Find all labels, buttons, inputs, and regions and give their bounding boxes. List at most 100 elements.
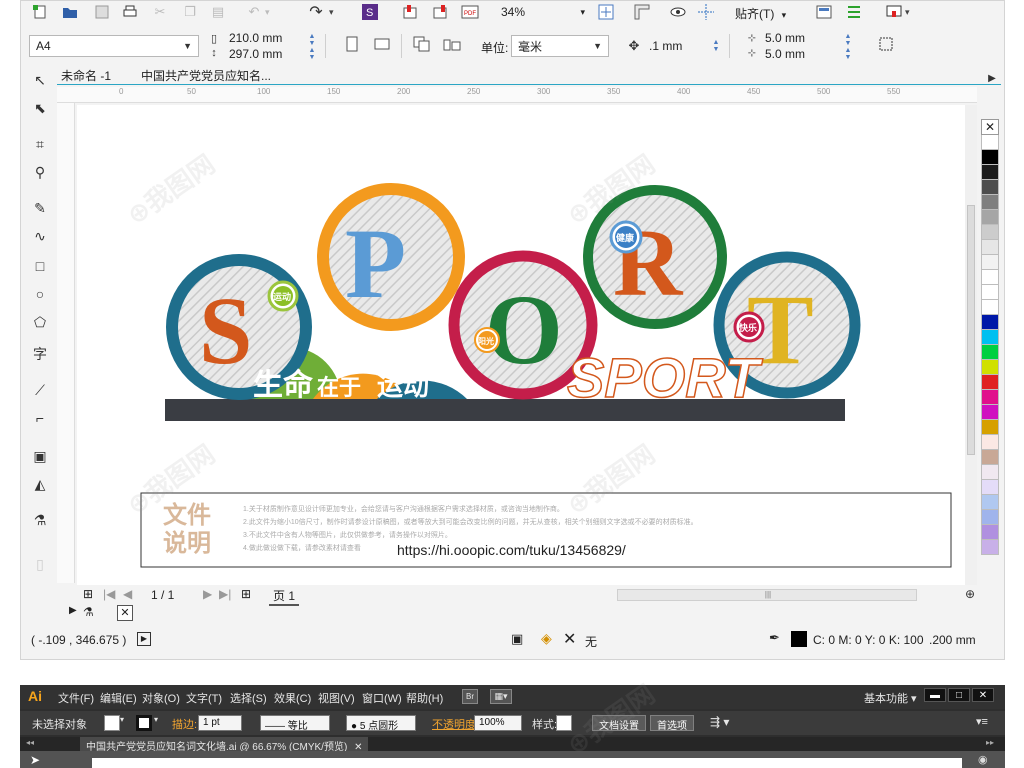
transparency-tool-icon[interactable]: ◭ xyxy=(29,473,51,495)
polygon-tool-icon[interactable]: ⬠ xyxy=(29,311,51,333)
menu-edit[interactable]: 编辑(E) xyxy=(100,690,137,706)
launch-icon[interactable] xyxy=(885,3,903,21)
color-swatch[interactable] xyxy=(981,180,999,195)
width-spinner[interactable]: ▲ ▼ xyxy=(307,33,317,47)
menu-object[interactable]: 对象(O) xyxy=(142,690,180,706)
pick-tool-icon[interactable]: ↖ xyxy=(29,69,51,91)
copy-icon[interactable]: ❐ xyxy=(181,3,199,21)
rectangle-tool-icon[interactable]: □ xyxy=(29,255,51,277)
publish-pdf-icon[interactable]: PDF xyxy=(461,3,479,21)
page-tab[interactable]: 页 1 xyxy=(269,587,300,606)
treat-as-filled-icon[interactable] xyxy=(877,35,895,53)
ai-document-tab[interactable]: 中国共产党党员应知名词文化墙.ai @ 66.67% (CMYK/预览) ✕ xyxy=(80,737,369,753)
color-swatch[interactable] xyxy=(981,525,999,540)
menu-view[interactable]: 视图(V) xyxy=(318,690,355,706)
color-swatch[interactable] xyxy=(981,450,999,465)
opacity-label[interactable]: 不透明度: xyxy=(432,716,479,732)
expand-panel-icon[interactable]: ▸▸ xyxy=(986,738,994,747)
bridge-icon[interactable]: Br xyxy=(462,689,478,704)
color-swatch[interactable] xyxy=(981,390,999,405)
color-swatch[interactable] xyxy=(981,510,999,525)
nudge-spinner[interactable]: ▲ ▼ xyxy=(711,39,721,53)
minimize-button[interactable]: ▬ xyxy=(924,688,946,702)
freehand-tool-icon[interactable]: ✎ xyxy=(29,197,51,219)
vertical-scroll-thumb[interactable] xyxy=(967,205,975,455)
view-icon[interactable] xyxy=(669,3,687,21)
vertical-ruler[interactable] xyxy=(57,103,75,583)
menu-window[interactable]: 窗口(W) xyxy=(362,690,402,706)
color-swatch[interactable] xyxy=(981,435,999,450)
color-swatch[interactable] xyxy=(981,225,999,240)
color-swatch[interactable] xyxy=(981,495,999,510)
last-page-icon[interactable]: ▶| xyxy=(219,587,231,601)
full-screen-icon[interactable] xyxy=(597,3,615,21)
horizontal-scrollbar[interactable]: ||| xyxy=(617,589,917,601)
height-spinner[interactable]: ▲ ▼ xyxy=(307,47,317,61)
undo-icon[interactable]: ↶ xyxy=(245,3,263,21)
landscape-icon[interactable] xyxy=(373,35,391,53)
palette-flyout-icon[interactable]: ▶ xyxy=(69,605,77,616)
outline-pen-icon[interactable]: ✒ xyxy=(769,630,780,646)
color-swatch[interactable] xyxy=(981,480,999,495)
color-swatch[interactable] xyxy=(981,150,999,165)
zoom-navigator-icon[interactable]: ⊕ xyxy=(961,585,979,603)
color-swatch[interactable] xyxy=(981,165,999,180)
page-height-field[interactable]: 297.0 mm xyxy=(229,47,282,61)
scroll-grip-icon[interactable]: ||| xyxy=(738,591,798,599)
new-document-icon[interactable] xyxy=(31,3,49,21)
brush-definition[interactable]: ● 5 点圆形 xyxy=(346,715,416,732)
tab-party-member-doc[interactable]: 中国共产党党员应知名... xyxy=(141,67,271,84)
page-width-field[interactable]: 210.0 mm xyxy=(229,31,282,45)
open-folder-icon[interactable] xyxy=(61,3,79,21)
portrait-icon[interactable] xyxy=(343,35,361,53)
color-swatch[interactable] xyxy=(981,420,999,435)
stroke-label[interactable]: 描边: xyxy=(172,716,197,732)
workspace-switcher[interactable]: 基本功能 ▾ xyxy=(864,690,917,706)
shape-tool-icon[interactable]: ⬉ xyxy=(29,97,51,119)
dimension-tool-icon[interactable]: ⟋ xyxy=(29,379,51,401)
search-content-icon[interactable]: S xyxy=(361,3,379,21)
menu-type[interactable]: 文字(T) xyxy=(186,690,222,706)
crop-tool-icon[interactable]: ⌗ xyxy=(29,133,51,155)
connector-tool-icon[interactable]: ⌐ xyxy=(29,407,51,429)
collapse-panel-icon[interactable]: ◂◂ xyxy=(26,738,34,747)
tab-untitled[interactable]: 未命名 -1 xyxy=(61,67,111,84)
guidelines-icon[interactable] xyxy=(697,3,715,21)
status-flyout-icon[interactable]: ▶ xyxy=(137,632,151,646)
stroke-weight-field[interactable]: 1 pt xyxy=(198,715,242,731)
launch-dropdown-icon[interactable]: ▾ xyxy=(905,7,910,18)
duplicate-y-spinner[interactable]: ▲ ▼ xyxy=(843,47,853,61)
redo-dropdown-icon[interactable]: ▾ xyxy=(329,7,334,18)
color-swatch[interactable] xyxy=(981,135,999,150)
cut-icon[interactable]: ✂ xyxy=(151,3,169,21)
ai-artboard-area[interactable]: ➤ ◉ xyxy=(20,751,1005,768)
color-swatch[interactable] xyxy=(981,285,999,300)
add-page-icon[interactable]: ⊞ xyxy=(83,587,93,601)
export-icon[interactable] xyxy=(431,3,449,21)
stroke-swatch[interactable] xyxy=(136,715,152,731)
fill-tool-icon[interactable]: ▯ xyxy=(29,553,51,575)
zoom-level-combo[interactable]: 34% ▾ xyxy=(497,3,589,21)
color-swatch[interactable] xyxy=(981,270,999,285)
document-setup-button[interactable]: 文档设置 xyxy=(592,715,646,732)
no-color-icon[interactable]: ✕ xyxy=(117,605,133,621)
tabs-scroll-right-icon[interactable]: ▶ xyxy=(983,69,1001,87)
menu-help[interactable]: 帮助(H) xyxy=(406,690,443,706)
color-swatch[interactable] xyxy=(981,300,999,315)
vertical-scrollbar[interactable] xyxy=(965,105,977,585)
drawing-canvas[interactable]: S 运动 P O 阳光 R 健康 T 快乐 SPORT 生命 在于 运动 文件 … xyxy=(77,105,977,585)
welcome-screen-icon[interactable] xyxy=(815,3,833,21)
save-icon[interactable] xyxy=(93,3,111,21)
fill-swatch[interactable] xyxy=(104,715,120,731)
menu-effect[interactable]: 效果(C) xyxy=(274,690,311,706)
close-button[interactable]: ✕ xyxy=(972,688,994,702)
color-swatch[interactable] xyxy=(981,345,999,360)
next-page-icon[interactable]: ▶ xyxy=(203,587,212,601)
color-swatch[interactable] xyxy=(981,330,999,345)
show-rulers-icon[interactable] xyxy=(633,3,651,21)
drop-shadow-tool-icon[interactable]: ▣ xyxy=(29,445,51,467)
eyedropper-icon[interactable]: ⚗ xyxy=(83,605,94,619)
all-pages-icon[interactable] xyxy=(413,35,431,53)
no-color-swatch[interactable]: ✕ xyxy=(981,119,999,135)
artistic-media-icon[interactable]: ∿ xyxy=(29,225,51,247)
